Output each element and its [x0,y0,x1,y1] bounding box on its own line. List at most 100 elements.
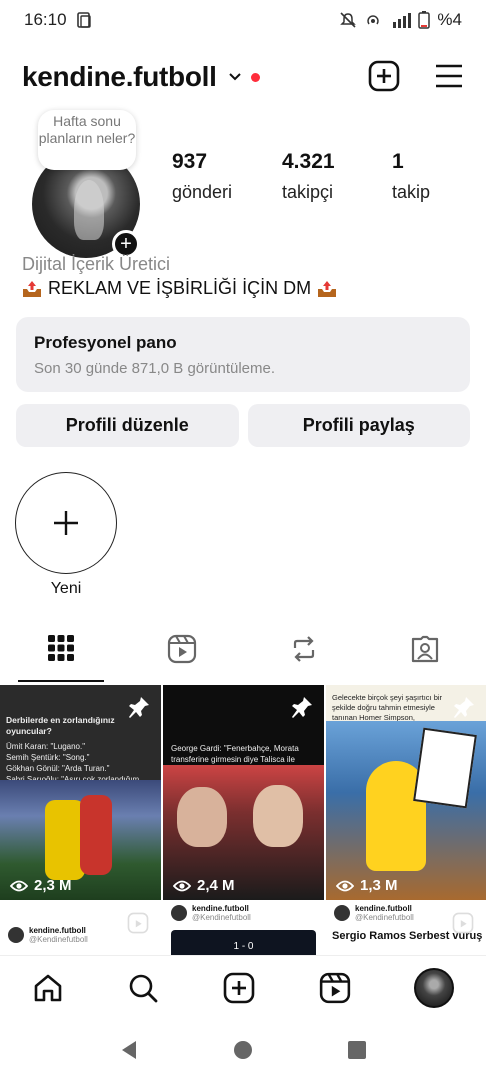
outbox-tray-icon [318,280,337,297]
view-count: 1,3 M [336,877,398,894]
post-thumbnail[interactable]: kendine.futboll @Kendinefutboll 1 - 0 [163,902,324,955]
post-thumbnail[interactable]: kendine.futboll @Kendinefutboll Sergio Ra… [326,902,486,955]
tweet-header: kendine.futboll @Kendinefutboll [334,904,414,922]
caption-line: Semih Şentürk: "Song." [6,753,90,762]
caption-line: Ümit Karan: "Lugano." [6,742,86,751]
hotspot-icon [367,15,380,25]
professional-dashboard[interactable]: Profesyonel pano Son 30 günde 871,0 B gö… [16,317,470,392]
home-icon[interactable] [32,972,64,1004]
match-score: 1 - 0 [171,930,316,955]
create-post-icon[interactable] [223,972,255,1004]
recents-icon[interactable] [346,1039,368,1061]
repost-icon [293,636,314,662]
back-icon[interactable] [118,1039,140,1061]
tab-posts[interactable] [0,628,122,684]
profile-header: kendine.futboll [0,52,486,102]
system-navigation [0,1020,486,1080]
avatar [334,905,350,921]
tab-tagged[interactable] [365,628,486,684]
share-profile-button[interactable]: Profili paylaş [247,404,470,447]
caption-line: Gökhan Gönül: "Arda Turan." [6,764,110,773]
eye-icon [173,880,191,891]
tweet-account: kendine.futboll [355,904,412,913]
notification-dot [250,72,260,82]
stat-value: 937 [172,150,208,173]
pro-dashboard-subtitle: Son 30 günde 871,0 B görüntüleme. [34,360,276,377]
home-button-icon[interactable] [232,1039,254,1061]
create-icon[interactable] [368,60,400,92]
post-thumbnail[interactable]: kendine.futboll @Kendinefutboll [0,902,161,955]
search-icon[interactable] [127,972,159,1004]
profile-stats: 937 gönderi 4.321 takipçi 1 takip [172,150,486,203]
profile-bio: REKLAM VE İŞBİRLİĞİ İÇİN DM [22,278,337,299]
profile-summary: + Hafta sonu planların neler? 937 gönder… [0,110,486,258]
eye-icon [336,880,354,891]
new-highlight[interactable]: Yeni [15,472,117,598]
reels-icon[interactable] [319,972,351,1004]
stat-followers[interactable]: 4.321 takipçi [282,150,392,203]
eye-icon [10,880,28,891]
view-count-value: 2,4 M [197,877,235,894]
menu-icon[interactable] [434,63,464,89]
tweet-header: kendine.futboll @Kendinefutboll [8,926,88,944]
status-bar: 16:10 %4 [0,0,486,40]
tweet-account: kendine.futboll [192,904,249,913]
battery-percent: %4 [437,10,462,29]
stat-following[interactable]: 1 takip [392,150,486,203]
reels-icon [168,634,197,664]
profile-actions: Profili düzenle Profili paylaş [16,404,470,447]
battery-icon [418,11,431,29]
stat-label: takip [392,182,431,202]
posts-grid: Derbilerde en zorlandığınız oyuncular? Ü… [0,685,486,955]
stat-value: 4.321 [282,150,335,173]
reels-icon [452,912,474,934]
view-count: 2,3 M [10,877,72,894]
avatar [8,927,24,943]
profile-tabs [0,628,486,684]
avatar [171,905,187,921]
pin-icon [292,697,312,718]
view-count: 2,4 M [173,877,235,894]
tab-reposts[interactable] [243,628,365,684]
stat-posts[interactable]: 937 gönderi [172,150,282,203]
tweet-header: kendine.futboll @Kendinefutboll [171,904,251,922]
profile-category: Dijital İçerik Üretici [22,254,171,274]
edit-profile-button[interactable]: Profili düzenle [16,404,239,447]
post-thumbnail[interactable]: Derbilerde en zorlandığınız oyuncular? Ü… [0,685,161,900]
tweet-handle: @Kendinefutboll [355,913,414,922]
pin-icon [454,697,474,718]
pin-icon [129,697,149,718]
pro-dashboard-title: Profesyonel pano [34,333,177,352]
tweet-handle: @Kendinefutboll [29,935,88,944]
note-bubble[interactable]: Hafta sonu planların neler? [38,110,136,170]
post-image [326,721,486,900]
reels-icon [127,912,149,934]
highlight-label: Yeni [50,580,82,597]
view-count-value: 1,3 M [360,877,398,894]
view-count-value: 2,3 M [34,877,72,894]
chevron-down-icon[interactable] [227,69,243,85]
tagged-icon [412,635,439,663]
post-thumbnail[interactable]: Gelecekte birçok şeyi şaşırtıcı bir şeki… [326,685,486,900]
outbox-tray-icon [23,280,41,297]
tab-reels[interactable] [122,628,244,684]
status-time: 16:10 [24,10,67,29]
bio-text: REKLAM VE İŞBİRLİĞİ İÇİN DM [48,278,312,298]
signal-icon [393,13,412,28]
tweet-handle: @Kendinefutboll [192,913,251,922]
post-thumbnail[interactable]: George Gardi: "Fenerbahçe, Morata transf… [163,685,324,900]
plus-icon [54,511,78,535]
new-highlight-circle[interactable] [15,472,117,574]
active-tab-indicator [18,680,104,682]
mute-icon [340,12,357,28]
stat-label: takipçi [282,182,334,202]
stat-label: gönderi [172,182,233,202]
score-value: 1 - 0 [233,940,254,952]
tweet-account: kendine.futboll [29,926,86,935]
grid-icon [47,635,74,661]
screenshot-icon [76,12,91,28]
stat-value: 1 [392,150,404,173]
profile-avatar-tab[interactable] [414,967,455,1008]
bottom-navigation [0,955,486,1019]
account-switcher[interactable]: kendine.futboll [22,61,217,93]
